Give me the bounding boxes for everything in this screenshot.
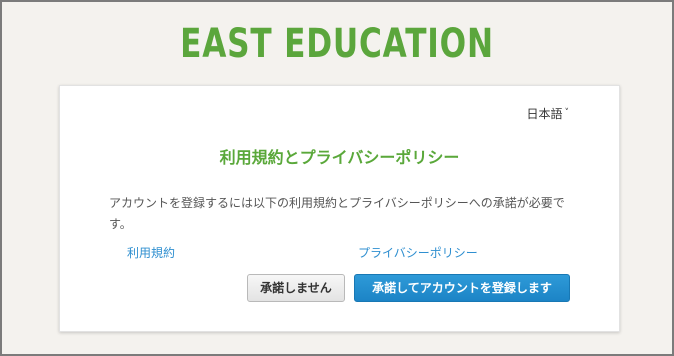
- language-label: 日本語: [526, 107, 563, 121]
- decline-button[interactable]: 承諾しません: [247, 274, 345, 302]
- privacy-policy-link[interactable]: プライバシーポリシー: [358, 244, 478, 261]
- dialog-description: アカウントを登録するには以下の利用規約とプライバシーポリシーへの承諾が必要です。: [109, 196, 565, 231]
- terms-dialog: 日本語 ˅ 利用規約とプライバシーポリシー アカウントを登録するには以下の利用規約…: [59, 85, 620, 332]
- brand-logo: EAST EDUCATION: [180, 21, 494, 67]
- accept-register-button[interactable]: 承諾してアカウントを登録します: [354, 274, 570, 302]
- page-frame: EAST EDUCATION 日本語 ˅ 利用規約とプライバシーポリシー アカウン…: [0, 0, 674, 356]
- terms-link[interactable]: 利用規約: [127, 244, 175, 261]
- language-selector[interactable]: 日本語 ˅: [526, 105, 569, 122]
- chevron-down-icon: ˅: [564, 108, 570, 118]
- dialog-title: 利用規約とプライバシーポリシー: [219, 148, 460, 167]
